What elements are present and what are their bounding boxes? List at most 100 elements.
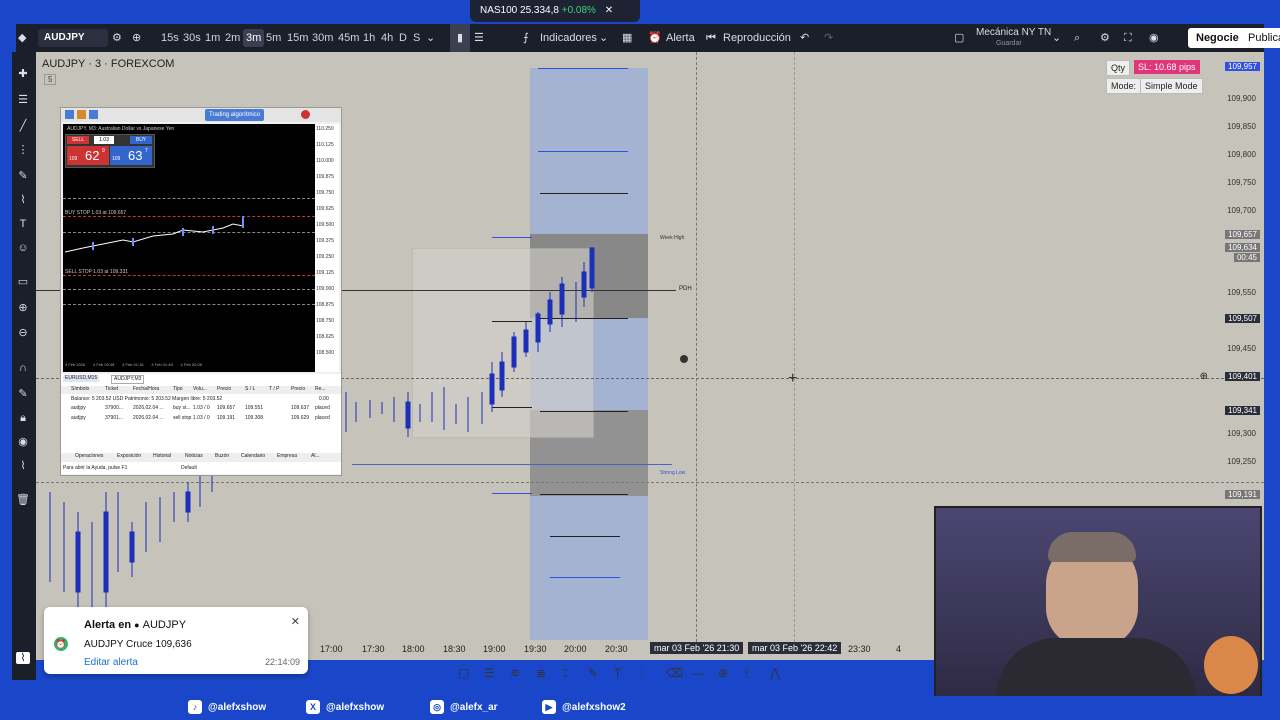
mt5-tab-company[interactable]: Empresa: [277, 453, 297, 459]
mt5-col-header[interactable]: Precio: [291, 386, 305, 392]
layout-name[interactable]: Mecánica NY TN: [976, 27, 1051, 39]
browser-tab[interactable]: NAS100 25.334,8 +0.08% ✕: [470, 0, 640, 22]
mt5-tab-calendar[interactable]: Calendario: [241, 453, 265, 459]
symbol-search[interactable]: AUDJPY: [38, 29, 108, 47]
zoom-out-icon[interactable]: ⊖: [16, 327, 30, 339]
mt5-tab-exposure[interactable]: Exposición: [117, 453, 141, 459]
timeframe-1m[interactable]: 1m: [205, 24, 220, 52]
search-icon[interactable]: ⌕: [1074, 24, 1080, 52]
mt5-col-header[interactable]: Símbolo: [71, 386, 89, 392]
add-alert-icon[interactable]: ⊕: [1200, 371, 1208, 382]
alert-icon[interactable]: ⏰: [648, 24, 662, 52]
templates-icon[interactable]: ▦: [622, 24, 632, 52]
algo-trading-button[interactable]: Trading algorítmico: [205, 109, 265, 121]
mt5-tab-history[interactable]: Historial: [153, 453, 171, 459]
replay-icon[interactable]: ⏮: [706, 24, 716, 52]
layout-dropdown-icon[interactable]: ⌄: [1052, 24, 1061, 52]
fullscreen-icon[interactable]: ⛶: [1124, 24, 1132, 52]
timeframe-d[interactable]: D: [399, 24, 407, 52]
add-symbol-icon[interactable]: ⊕: [132, 24, 141, 52]
social-instagram[interactable]: ◎ @alefx_ar: [430, 700, 498, 716]
measure-icon[interactable]: ⌶: [562, 666, 569, 681]
app-logo-icon[interactable]: ◆: [18, 24, 26, 52]
chart-sub-value[interactable]: 5: [44, 74, 57, 85]
indicators-button[interactable]: Indicadores: [540, 24, 597, 52]
mt5-new-order-icon[interactable]: [65, 110, 74, 119]
mt5-col-header[interactable]: S / L: [245, 386, 255, 392]
mt5-col-header[interactable]: Precio: [217, 386, 231, 392]
mode-select[interactable]: Simple Mode: [1140, 78, 1203, 94]
timeframe-dropdown-icon[interactable]: ⌄: [426, 24, 435, 52]
timeframe-3m[interactable]: 3m: [243, 29, 265, 47]
compare-icon[interactable]: ⚙: [112, 24, 122, 52]
indicators-icon[interactable]: ⨍: [523, 24, 529, 52]
target-icon[interactable]: ⊕: [718, 666, 728, 680]
redo-icon[interactable]: ↷: [824, 24, 833, 52]
mt5-col-header[interactable]: Tipo: [173, 386, 183, 392]
hide-drawings-icon[interactable]: ⌇: [16, 460, 30, 472]
timeframe-15s[interactable]: 15s: [161, 24, 179, 52]
mt5-col-header[interactable]: Fecha/Hora: [133, 386, 159, 392]
text-tool-icon[interactable]: T: [614, 666, 621, 680]
fib-tool-icon[interactable]: ≣: [536, 666, 546, 680]
close-icon[interactable]: ✕: [291, 615, 300, 628]
mt5-chart[interactable]: AUDJPY, M3: Australian Dollar vs Japanes…: [63, 124, 315, 372]
emoji-icon[interactable]: ☺: [16, 242, 30, 254]
horizontal-line-icon[interactable]: —: [692, 666, 704, 680]
timeframe-5m[interactable]: 5m: [266, 24, 281, 52]
object-tree-icon[interactable]: ⌇: [16, 652, 30, 664]
candle-type-icon[interactable]: ▮: [450, 24, 470, 52]
channel-icon[interactable]: ≋: [510, 666, 520, 680]
table-row[interactable]: audjpy 37900... 2026.02.04 ... buy st...…: [61, 405, 341, 413]
alert-marker-icon[interactable]: [680, 355, 688, 363]
timeframe-15m[interactable]: 15m: [287, 24, 308, 52]
layout-icon[interactable]: ▢: [954, 24, 964, 52]
mt5-tab-news[interactable]: Noticias: [185, 453, 203, 459]
publish-button[interactable]: Publica: [1242, 28, 1280, 48]
path-icon[interactable]: ⋀: [770, 666, 780, 680]
timeframe-s[interactable]: S: [413, 24, 420, 52]
alert-toast[interactable]: ⏰ Alerta en ● AUDJPY AUDJPY Cruce 109,63…: [44, 607, 308, 674]
pencil-icon[interactable]: ✎: [588, 666, 598, 680]
qty-label[interactable]: Qty: [1106, 60, 1131, 76]
social-tiktok[interactable]: ♪ @alefxshow: [188, 700, 266, 716]
mt5-tab-operations[interactable]: Operaciones: [75, 453, 103, 459]
trash-icon[interactable]: 🗑︎: [16, 494, 30, 506]
undo-icon[interactable]: ↶: [800, 24, 809, 52]
mt5-tab-mailbox[interactable]: Buzón: [215, 453, 229, 459]
fib-icon[interactable]: ⋮: [16, 144, 30, 156]
mt5-record-icon[interactable]: [301, 110, 310, 119]
brush-icon[interactable]: ⌇: [16, 194, 30, 206]
zoom-in-icon[interactable]: ⊕: [16, 302, 30, 314]
sl-pips-badge[interactable]: SL: 10.68 pips: [1134, 60, 1200, 74]
mt5-tool-icon[interactable]: [77, 110, 86, 119]
ruler-icon[interactable]: ▭: [16, 276, 30, 288]
indicators-dropdown-icon[interactable]: ⌄: [599, 24, 608, 52]
eraser-icon[interactable]: ⌫: [666, 666, 683, 680]
timeframe-2m[interactable]: 2m: [225, 24, 240, 52]
lines-icon[interactable]: ☰: [484, 666, 495, 680]
magnet-icon[interactable]: ∩: [16, 362, 30, 374]
forecast-icon[interactable]: ⫯: [744, 666, 749, 681]
mt5-chart-tab[interactable]: EURUSD,M15: [63, 375, 100, 382]
trade-button[interactable]: Negocie: [1188, 28, 1247, 48]
mt5-col-header[interactable]: Re...: [315, 386, 326, 392]
rectangle-icon[interactable]: ▢: [458, 666, 469, 680]
social-x[interactable]: X @alefxshow: [306, 700, 384, 716]
mt5-tool-icon[interactable]: [89, 110, 98, 119]
mt5-chart-tab[interactable]: AUDJPY,M3: [111, 375, 145, 384]
pen-icon[interactable]: ✎: [16, 170, 30, 182]
eye-icon[interactable]: ◉: [16, 436, 30, 448]
bar-style-icon[interactable]: ☰: [474, 24, 484, 52]
lock-icon[interactable]: 🔒︎: [16, 412, 30, 424]
tab-close-icon[interactable]: ✕: [605, 5, 613, 16]
crosshair-icon[interactable]: ✚: [16, 68, 30, 80]
mt5-col-header[interactable]: Volu...: [193, 386, 207, 392]
menu-icon[interactable]: ☰: [16, 94, 30, 106]
mt5-col-header[interactable]: Ticket: [105, 386, 118, 392]
social-youtube[interactable]: ▶ @alefxshow2: [542, 700, 626, 716]
alert-button[interactable]: Alerta: [666, 24, 695, 52]
replay-button[interactable]: Reproducción: [723, 24, 791, 52]
mt5-col-header[interactable]: T / P: [269, 386, 279, 392]
trend-line-icon[interactable]: ╱: [16, 120, 30, 132]
